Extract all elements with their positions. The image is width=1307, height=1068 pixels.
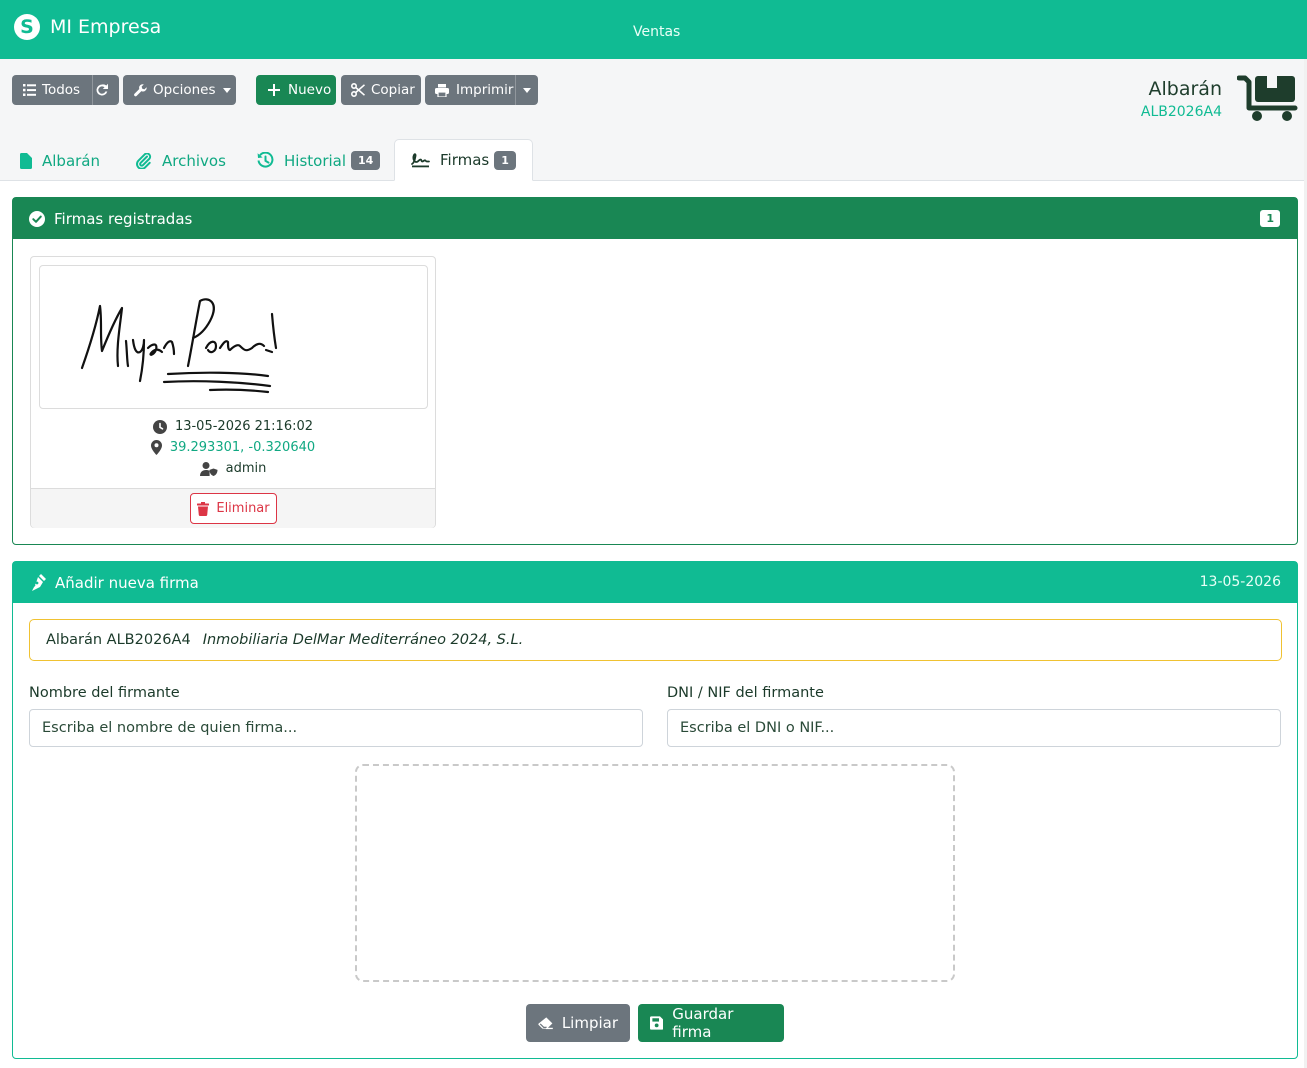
history-icon (257, 152, 274, 168)
floppy-disk-icon (650, 1016, 664, 1030)
tab-albaran-label: Albarán (42, 151, 101, 170)
todos-button[interactable]: Todos (12, 82, 88, 98)
info-client: Inmobiliaria DelMar Mediterráneo 2024, S… (202, 632, 524, 648)
signatures-panel-title: Firmas registradas (54, 209, 193, 228)
info-document: Albarán ALB2026A4 (46, 632, 191, 648)
trash-icon (197, 501, 210, 516)
brand-name: MI Empresa (50, 16, 162, 38)
clear-signature-button[interactable]: Limpiar (526, 1004, 630, 1042)
signature-user-row: admin (31, 461, 435, 476)
signature-coordinates-link[interactable]: 39.293301, -0.320640 (170, 440, 315, 455)
top-navbar: S MI Empresa Ventas (0, 0, 1307, 59)
scissors-icon (351, 83, 365, 97)
check-circle-icon (29, 210, 45, 227)
new-signature-panel: Añadir nueva firma 13-05-2026 Albarán AL… (12, 561, 1298, 1059)
signer-dni-input[interactable] (667, 709, 1281, 747)
save-signature-label: Guardar firma (672, 1005, 734, 1041)
document-info-box: Albarán ALB2026A4 Inmobiliaria DelMar Me… (29, 619, 1282, 661)
tab-archivos[interactable]: Archivos (136, 140, 226, 181)
imprimir-dropdown-toggle[interactable] (523, 88, 531, 93)
signatures-panel: Firmas registradas 1 13-05-2026 21:16:02… (12, 197, 1298, 545)
toolbar-area: Todos Opciones Nuevo Copiar Imprimir Alb… (0, 59, 1307, 181)
todos-button-group: Todos (12, 75, 119, 105)
signatures-count-badge: 1 (1260, 210, 1280, 227)
signature-user: admin (225, 461, 267, 476)
dolly-cart-icon (1237, 75, 1298, 121)
caret-down-icon (222, 87, 231, 93)
paperclip-icon (136, 152, 152, 169)
document-code: ALB2026A4 (1140, 104, 1222, 120)
opciones-label: Opciones (153, 82, 216, 98)
tab-firmas-label: Firmas (440, 151, 490, 169)
signature-datetime: 13-05-2026 21:16:02 (174, 419, 314, 434)
signature-card-footer: Eliminar (31, 488, 435, 528)
file-icon (20, 152, 32, 169)
todos-label: Todos (42, 82, 81, 98)
new-signature-panel-header: Añadir nueva firma 13-05-2026 (13, 562, 1297, 603)
plus-icon (268, 84, 280, 96)
brand[interactable]: S MI Empresa (14, 14, 161, 40)
brand-logo-icon: S (14, 14, 40, 40)
copiar-label: Copiar (371, 82, 415, 98)
list-icon (23, 84, 36, 96)
nuevo-label: Nuevo (288, 82, 332, 98)
printer-icon (435, 83, 449, 97)
signature-image (39, 265, 428, 409)
tab-albaran[interactable]: Albarán (20, 140, 100, 181)
imprimir-label: Imprimir (456, 82, 514, 98)
save-signature-button[interactable]: Guardar firma (638, 1004, 784, 1042)
signature-icon (411, 153, 430, 168)
signatures-panel-header: Firmas registradas 1 (13, 198, 1297, 239)
eraser-icon (538, 1017, 553, 1030)
opciones-dropdown-button[interactable]: Opciones (123, 75, 236, 105)
signer-name-input[interactable] (29, 709, 643, 747)
refresh-icon (96, 83, 108, 96)
new-signature-panel-title: Añadir nueva firma (55, 573, 199, 592)
document-type-title: Albarán (1148, 78, 1222, 100)
imprimir-button[interactable]: Imprimir (425, 82, 515, 98)
tab-archivos-label: Archivos (162, 151, 226, 170)
map-pin-icon (150, 440, 162, 455)
clock-icon (152, 419, 167, 434)
refresh-button[interactable] (95, 83, 109, 101)
clear-signature-label: Limpiar (561, 1014, 618, 1032)
signature-location-row: 39.293301, -0.320640 (31, 440, 435, 455)
nuevo-button[interactable]: Nuevo (256, 75, 336, 105)
signer-name-label: Nombre del firmante (29, 685, 180, 701)
signer-dni-label: DNI / NIF del firmante (667, 685, 824, 701)
delete-signature-button[interactable]: Eliminar (190, 493, 277, 524)
signature-pad-canvas[interactable] (355, 764, 955, 982)
nav-link-ventas[interactable]: Ventas (633, 24, 680, 40)
handwritten-signature (80, 298, 278, 394)
signature-datetime-row: 13-05-2026 21:16:02 (31, 419, 435, 434)
copiar-button[interactable]: Copiar (341, 75, 421, 105)
delete-signature-label: Eliminar (216, 501, 270, 516)
tab-historial-badge: 14 (351, 151, 381, 170)
tab-historial-label: Historial (284, 151, 347, 170)
imprimir-button-group: Imprimir (425, 75, 538, 105)
wrench-icon (134, 83, 147, 96)
user-shield-icon (199, 461, 218, 476)
tab-firmas-badge: 1 (494, 150, 516, 170)
tab-firmas[interactable]: Firmas 1 (394, 139, 533, 181)
pen-nib-icon (29, 574, 46, 591)
tab-historial[interactable]: Historial 14 (257, 140, 381, 181)
signature-card: 13-05-2026 21:16:02 39.293301, -0.320640… (30, 256, 436, 528)
new-signature-date: 13-05-2026 (1199, 574, 1281, 590)
